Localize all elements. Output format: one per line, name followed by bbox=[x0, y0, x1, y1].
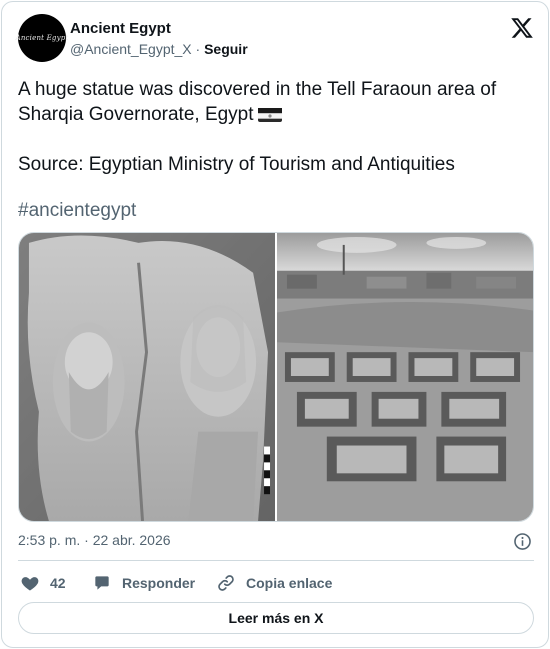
egypt-flag-icon bbox=[257, 106, 282, 122]
author-handle[interactable]: @Ancient_Egypt_X bbox=[70, 41, 192, 57]
author-name[interactable]: Ancient Egypt bbox=[70, 20, 171, 37]
like-count: 42 bbox=[50, 575, 66, 591]
read-more-button[interactable]: Leer más en X bbox=[18, 602, 534, 634]
media-grid bbox=[18, 232, 534, 522]
reply-button[interactable]: Responder bbox=[92, 572, 195, 594]
reply-bubble-icon bbox=[95, 576, 109, 590]
info-icon[interactable] bbox=[513, 532, 532, 551]
separator: · bbox=[195, 41, 201, 57]
copy-link-button[interactable]: Copia enlace bbox=[216, 572, 332, 594]
tweet-timestamp[interactable]: 2:53 p. m. · 22 abr. 2026 bbox=[18, 532, 171, 548]
hashtag-link[interactable]: #ancientegypt bbox=[18, 198, 136, 223]
tweet-header: Ancient Egypt Ancient Egypt @Ancient_Egy… bbox=[15, 14, 534, 64]
action-bar: 42 Responder Copia enlace bbox=[18, 572, 534, 594]
statue-photo[interactable] bbox=[19, 233, 275, 521]
tweet-text: A huge statue was discovered in the Tell… bbox=[18, 77, 534, 177]
handle-row: @Ancient_Egypt_X · Seguir bbox=[70, 41, 248, 57]
x-logo-icon[interactable] bbox=[510, 16, 534, 40]
divider bbox=[18, 560, 534, 561]
like-button[interactable]: 42 bbox=[20, 572, 66, 594]
tweet-source: Source: Egyptian Ministry of Tourism and… bbox=[18, 154, 455, 175]
tweet-card: Ancient Egypt Ancient Egypt @Ancient_Egy… bbox=[1, 1, 549, 648]
follow-button[interactable]: Seguir bbox=[204, 41, 248, 57]
reply-label: Responder bbox=[122, 575, 196, 591]
link-icon bbox=[218, 575, 234, 591]
avatar-logo-text: Ancient Egypt bbox=[15, 34, 69, 42]
avatar[interactable]: Ancient Egypt bbox=[15, 14, 69, 62]
excavation-site-photo[interactable] bbox=[277, 233, 533, 521]
copy-link-label: Copia enlace bbox=[246, 575, 333, 591]
heart-icon bbox=[21, 577, 39, 591]
